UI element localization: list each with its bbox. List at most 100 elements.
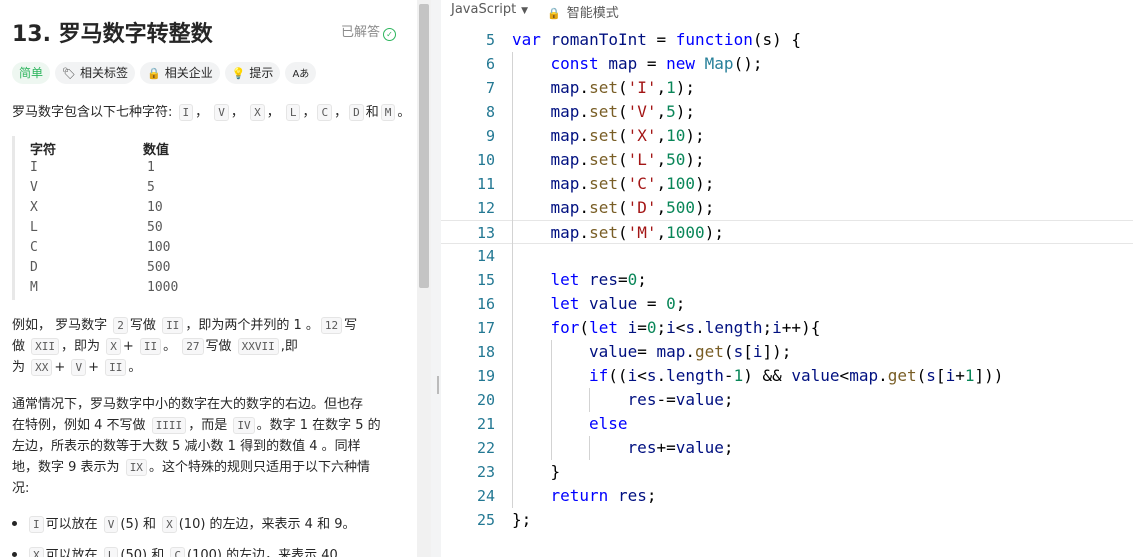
- code-line[interactable]: 5 var romanToInt = function(s) {: [441, 28, 1133, 52]
- problem-description-panel: 13. 罗马数字转整数 已解答 ✓ 简单 🏷 相关标签 🔒 相关企业 💡 提示 Aあ 罗马数字包…: [0, 0, 417, 557]
- hint-button[interactable]: 💡 提示: [224, 62, 281, 84]
- code-text: let res=0;: [551, 268, 647, 292]
- code-token: set: [589, 102, 618, 121]
- code-line[interactable]: 8 map.set('V',5);: [441, 100, 1133, 124]
- code-line[interactable]: 16 let value = 0;: [441, 292, 1133, 316]
- editor-mode-toggle[interactable]: 🔒 智能模式: [547, 2, 619, 21]
- code-token: 'X': [627, 126, 657, 145]
- resize-grip-handle[interactable]: [437, 376, 439, 394]
- intro-paragraph: 罗马数字包含以下七种字符: I， V， X， L， C， D 和 M。: [12, 104, 411, 121]
- code-token: =: [637, 318, 647, 337]
- tag-bar: 简单 🏷 相关标签 🔒 相关企业 💡 提示 Aあ: [12, 62, 321, 86]
- code-token: <: [637, 366, 647, 385]
- code-token: =: [646, 30, 676, 49]
- code-token: .: [579, 223, 590, 242]
- related-tags-button[interactable]: 🏷 相关标签: [55, 62, 135, 84]
- table-cell: 100: [147, 240, 171, 255]
- code-token: 1000: [666, 223, 705, 242]
- code-line[interactable]: 21 else: [441, 412, 1133, 436]
- code-line[interactable]: 10 map.set('L',50);: [441, 148, 1133, 172]
- line-number: 8: [485, 103, 495, 121]
- code-token: map: [608, 54, 638, 73]
- lock-icon: 🔒: [147, 67, 161, 80]
- inline-code: D: [349, 104, 364, 121]
- translate-button[interactable]: Aあ: [285, 62, 317, 84]
- code-token: );: [685, 150, 705, 169]
- code-token: new: [666, 54, 705, 73]
- related-companies-button[interactable]: 🔒 相关企业: [140, 62, 220, 84]
- code-line[interactable]: 23}: [441, 460, 1133, 484]
- code-line[interactable]: 13 map.set('M',1000);: [441, 220, 1133, 244]
- code-token: value: [589, 294, 638, 313]
- code-text: const map = new Map();: [551, 52, 763, 76]
- code-line[interactable]: 15 let res=0;: [441, 268, 1133, 292]
- language-selector-label: JavaScript: [451, 2, 517, 17]
- code-token: s: [733, 342, 744, 361]
- code-token: };: [512, 510, 532, 529]
- code-line[interactable]: 18 value= map.get(s[i]);: [441, 340, 1133, 364]
- code-token: value: [675, 438, 724, 457]
- code-token: +: [955, 366, 965, 385]
- code-token: (: [617, 150, 628, 169]
- text-line: 左边，所表示的数等于大数 5 减小数 1 得到的数值 4 。同样: [12, 439, 361, 454]
- inline-code: IV: [233, 417, 255, 434]
- language-selector[interactable]: JavaScript ▼: [451, 2, 528, 17]
- code-line[interactable]: 20 res-=value;: [441, 388, 1133, 412]
- code-line[interactable]: 25};: [441, 508, 1133, 532]
- code-line[interactable]: 14: [441, 244, 1133, 268]
- code-line[interactable]: 7 map.set('I',1);: [441, 76, 1133, 100]
- code-token: (s) {: [752, 30, 801, 49]
- code-token: ,: [656, 102, 667, 121]
- code-line[interactable]: 6 const map = new Map();: [441, 52, 1133, 76]
- code-token: return: [550, 486, 618, 505]
- code-token: 10: [666, 126, 686, 145]
- table-cell: C: [30, 240, 38, 255]
- table-cell: 1000: [147, 280, 179, 295]
- text-line: 在特例，例如 4 不写做 IIII ，而是 IV 。数字 1 在数字 5 的: [12, 417, 381, 434]
- line-number: 16: [476, 295, 495, 313]
- code-text: for(let i=0;i<s.length;i++){: [551, 316, 821, 340]
- line-number: 6: [485, 55, 495, 73]
- code-token: (: [617, 78, 628, 97]
- code-line[interactable]: 19 if((i<s.length-1) && value<map.get(s[i…: [441, 364, 1133, 388]
- code-token: .: [878, 366, 888, 385]
- code-token: map: [550, 126, 580, 145]
- code-line[interactable]: 22 res+=value;: [441, 436, 1133, 460]
- code-token: map: [849, 366, 879, 385]
- code-line[interactable]: 24 return res;: [441, 484, 1133, 508]
- code-token: 50: [666, 150, 686, 169]
- table-cell: 10: [147, 200, 163, 215]
- inline-code: XX: [31, 359, 53, 376]
- code-token: ;: [675, 294, 686, 313]
- code-token: =: [637, 342, 657, 361]
- code-line[interactable]: 9 map.set('X',10);: [441, 124, 1133, 148]
- inline-code: XII: [31, 338, 60, 355]
- code-line[interactable]: 17 for(let i=0;i<s.length;i++){: [441, 316, 1133, 340]
- code-token: ,: [656, 174, 667, 193]
- line-number: 5: [485, 31, 495, 49]
- code-line[interactable]: 11 map.set('C',100);: [441, 172, 1133, 196]
- difficulty-tag[interactable]: 简单: [12, 62, 51, 84]
- code-token: (: [617, 198, 628, 217]
- code-editor[interactable]: 5 var romanToInt = function(s) { 6 const ma…: [441, 28, 1133, 557]
- code-line[interactable]: 12 map.set('D',500);: [441, 196, 1133, 220]
- indent-guide: [550, 340, 552, 460]
- inline-code: II: [139, 338, 162, 355]
- code-token: );: [685, 126, 705, 145]
- panel-resize-divider[interactable]: [431, 0, 441, 557]
- lock-icon: 🔒: [547, 7, 561, 20]
- code-token: i: [627, 318, 638, 337]
- table-cell: X: [30, 200, 38, 215]
- code-token: (: [723, 342, 734, 361]
- table-header-symbol: 字符: [30, 143, 57, 158]
- description-scrollbar-thumb[interactable]: [419, 4, 429, 288]
- inline-code: V: [103, 516, 119, 533]
- code-token: 'D': [627, 198, 657, 217]
- code-token: ;: [723, 390, 734, 409]
- code-token: 1: [733, 366, 744, 385]
- inline-code: II: [105, 359, 127, 376]
- code-token: .: [695, 318, 705, 337]
- code-token: map: [550, 102, 580, 121]
- code-token: value: [675, 390, 724, 409]
- line-number: 14: [476, 247, 495, 265]
